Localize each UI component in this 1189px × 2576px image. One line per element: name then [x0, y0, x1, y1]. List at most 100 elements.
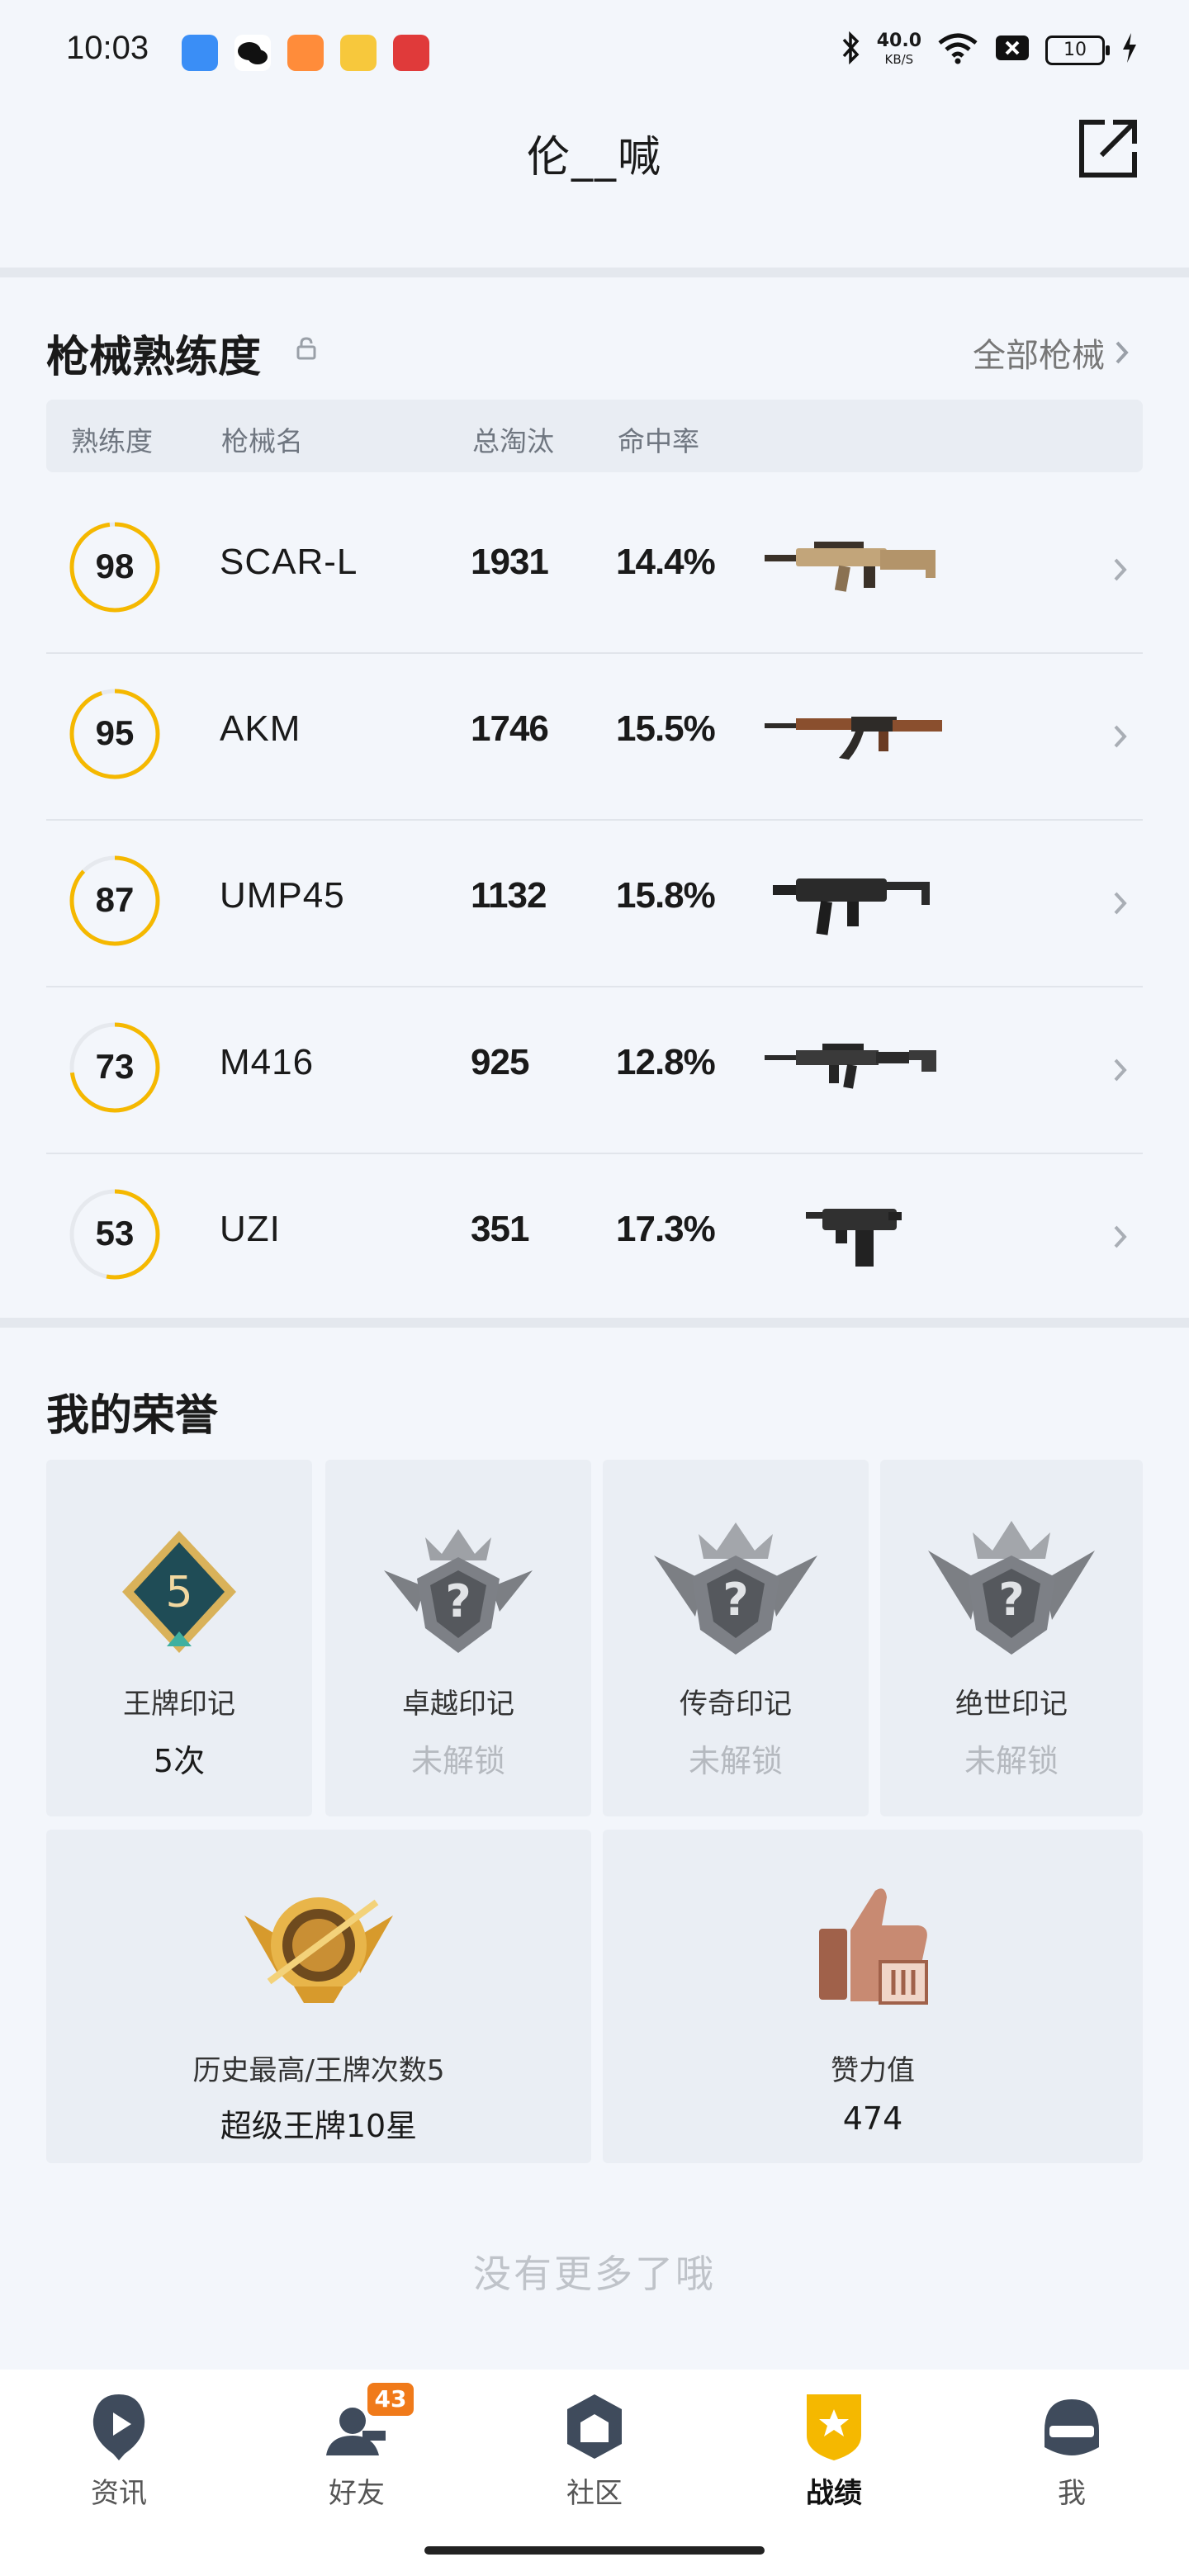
column-hit-rate: 命中率	[618, 425, 699, 457]
proficiency-value: 53	[95, 1214, 135, 1252]
honor-name: 传奇印记	[680, 1688, 792, 1721]
section-divider	[0, 1318, 1189, 1328]
weapon-row-akm[interactable]: 95 AKM 1746 15.5%	[46, 654, 1143, 821]
charging-icon	[1120, 31, 1139, 69]
column-kills: 总淘汰	[472, 425, 554, 457]
honor-value: 未解锁	[688, 1743, 783, 1779]
proficiency-ring: 53	[68, 1187, 162, 1281]
honor-card-peerless-mark[interactable]: ? 绝世印记 未解锁	[880, 1460, 1143, 1816]
network-speed: 40.0 KB/S	[877, 32, 921, 69]
book-notification-icon	[340, 35, 377, 71]
weapon-kills: 1746	[471, 708, 549, 749]
weapon-name: M416	[220, 1042, 315, 1082]
nav-label: 社区	[566, 2477, 623, 2510]
honor-name: 绝世印记	[955, 1688, 1068, 1721]
weapon-row-scar-l[interactable]: 98 SCAR-L 1931 14.4%	[46, 487, 1143, 654]
svg-text:?: ?	[998, 1574, 1024, 1626]
all-guns-link[interactable]: 全部枪械	[973, 329, 1131, 376]
proficiency-value: 73	[95, 1047, 135, 1086]
uzi-smg-image	[806, 1209, 902, 1267]
nav-item-me[interactable]: 我	[989, 2389, 1154, 2511]
wifi-icon	[936, 31, 979, 69]
locked-badge-icon: ?	[928, 1521, 1095, 1655]
chevron-right-icon	[1114, 1058, 1127, 1082]
share-icon	[1079, 120, 1137, 178]
honor-card-highest-rank[interactable]: 历史最高/王牌次数5 超级王牌10星	[46, 1830, 591, 2163]
proficiency-value: 87	[95, 880, 135, 919]
nav-label: 资讯	[91, 2477, 147, 2510]
weapon-hit-rate: 17.3%	[616, 1209, 716, 1249]
nav-item-news[interactable]: 资讯	[36, 2389, 201, 2511]
weapon-kills: 1132	[471, 875, 547, 916]
lock-icon	[296, 337, 316, 360]
ace-rank-emblem-icon	[244, 1897, 393, 2003]
honor-value: 未解锁	[410, 1743, 505, 1779]
weapon-name: UMP45	[220, 875, 345, 916]
honor-value: 474	[842, 2100, 903, 2137]
honor-card-ace-mark[interactable]: 5 王牌印记 5次	[46, 1460, 312, 1816]
weapon-section-title: 枪械熟练度	[46, 333, 262, 382]
weapon-row-m416[interactable]: 73 M416 925 12.8%	[46, 987, 1143, 1154]
honor-card-likes[interactable]: 赞力值 474	[603, 1830, 1143, 2163]
locked-badge-icon: ?	[654, 1522, 817, 1655]
status-bar: 10:03 40.0 KB/S 10	[0, 0, 1189, 99]
nav-item-community[interactable]: 社区	[512, 2389, 677, 2511]
proficiency-value: 95	[95, 713, 135, 752]
weapon-name: AKM	[220, 708, 301, 749]
honor-name: 卓越印记	[402, 1688, 514, 1721]
svg-text:5: 5	[165, 1568, 192, 1617]
proficiency-ring: 98	[68, 520, 162, 614]
honor-value: 未解锁	[964, 1743, 1059, 1779]
weapon-name: SCAR-L	[220, 542, 358, 582]
all-guns-label: 全部枪械	[973, 337, 1105, 375]
column-proficiency: 熟练度	[71, 425, 153, 457]
speed-value: 40.0	[876, 31, 921, 51]
page-header: 伦__喊	[0, 99, 1189, 264]
bluetooth-icon	[841, 31, 862, 69]
chevron-right-icon	[1114, 725, 1127, 748]
proficiency-ring: 95	[68, 687, 162, 781]
friends-icon: 43	[320, 2383, 414, 2464]
chevron-right-icon	[1114, 558, 1127, 581]
section-divider	[0, 268, 1189, 277]
honor-name: 历史最高/王牌次数5	[192, 2054, 445, 2087]
weapon-hit-rate: 15.8%	[616, 875, 716, 916]
app-notification-icon	[182, 35, 218, 71]
notification-icons	[182, 35, 429, 71]
weapon-name: UZI	[220, 1209, 281, 1249]
shop-notification-icon	[393, 35, 429, 71]
speed-unit: KB/S	[884, 52, 914, 67]
weapon-kills: 1931	[471, 542, 549, 582]
scar-l-rifle-image	[765, 542, 936, 592]
community-icon	[557, 2389, 632, 2464]
me-icon	[1035, 2389, 1109, 2464]
status-indicators: 40.0 KB/S 10	[841, 31, 1139, 69]
weapon-kills: 351	[471, 1209, 529, 1249]
proficiency-value: 98	[95, 547, 135, 585]
honor-name: 王牌印记	[123, 1688, 235, 1721]
nav-item-friends[interactable]: 43 好友	[274, 2383, 439, 2511]
record-icon	[797, 2389, 871, 2464]
sim-off-icon	[994, 32, 1030, 69]
weapon-table-header: 熟练度 枪械名 总淘汰 命中率	[46, 400, 1143, 472]
weapon-row-uzi[interactable]: 53 UZI 351 17.3%	[46, 1154, 1143, 1319]
nav-label: 我	[1058, 2477, 1086, 2510]
end-of-list-note: 没有更多了哦	[473, 2252, 716, 2296]
honor-name: 赞力值	[831, 2054, 915, 2087]
page-title: 伦__喊	[526, 133, 662, 182]
weapon-hit-rate: 15.5%	[616, 708, 716, 749]
bottom-nav: 资讯 43 好友 社区 战绩 我	[0, 2370, 1189, 2576]
chevron-right-icon	[1114, 1225, 1127, 1248]
friends-count-badge: 43	[367, 2383, 414, 2416]
thumbs-up-icon	[819, 1888, 928, 2005]
home-indicator[interactable]	[424, 2546, 765, 2555]
honor-card-legend-mark[interactable]: ? 传奇印记 未解锁	[603, 1460, 869, 1816]
weapon-hit-rate: 14.4%	[616, 542, 716, 582]
share-button[interactable]	[1075, 116, 1141, 182]
proficiency-ring: 87	[68, 854, 162, 948]
column-weapon-name: 枪械名	[221, 425, 303, 457]
wechat-icon	[234, 35, 271, 71]
nav-item-record[interactable]: 战绩	[751, 2389, 917, 2511]
weapon-row-ump45[interactable]: 87 UMP45 1132 15.8%	[46, 821, 1143, 987]
honor-card-excellence-mark[interactable]: ? 卓越印记 未解锁	[325, 1460, 591, 1816]
